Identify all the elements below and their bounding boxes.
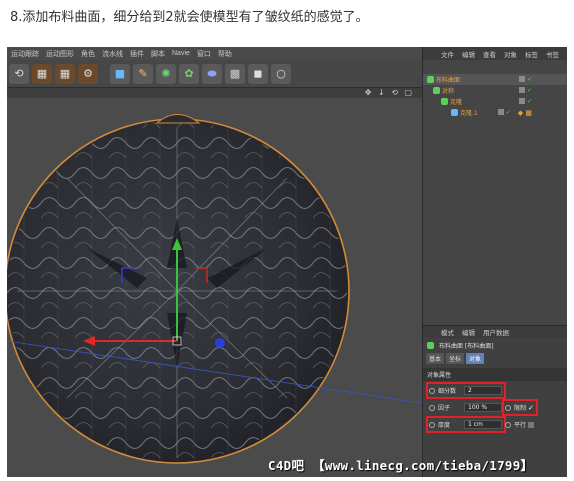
factor-input[interactable]: 100 % [464,403,502,412]
menu-item[interactable]: 插件 [130,49,144,59]
attr-menu-item[interactable]: 编辑 [462,327,475,337]
menu-item[interactable]: 角色 [81,49,95,59]
object-name: 布料曲面 [436,77,461,84]
film-icon[interactable]: ▦ [55,63,75,84]
factor-label: 因子 [438,405,451,412]
object-manager-menu: 文件 编辑 查看 对象 标签 书签 [423,47,567,60]
check-icon[interactable]: ✓ [527,76,532,83]
tab-object[interactable]: 对象 [466,352,485,364]
layer-flag[interactable] [518,87,525,93]
symmetry-icon [433,87,440,94]
parallel-field: 平行 [505,418,534,431]
gear-green-icon[interactable]: ✺ [156,63,176,84]
attr-menu-item[interactable]: 用户数据 [483,327,509,337]
om-row-cloth-surface[interactable]: 布料曲面 ✓ [423,74,567,85]
tab-coord[interactable]: 坐标 [446,352,465,364]
menu-item[interactable]: 运动跟踪 [11,49,39,59]
toolbar: ⟲ ▦ ▦ ⚙ ■ ✎ ✺ ✿ ⬬ ▩ ◼ ○ [7,60,422,88]
cube-icon[interactable]: ■ [110,63,130,84]
menu-item[interactable]: Navie [172,50,190,57]
om-row-cloner-1[interactable]: 克隆.1 ✓ ◆ ▩ [423,107,567,118]
object-name: 克隆 [450,99,463,106]
attribute-title: 布料曲面 [布料曲面] [423,338,567,352]
capsule-icon[interactable]: ⬬ [202,63,222,84]
menu-item[interactable]: 窗口 [197,49,211,59]
highlight-box [426,382,506,399]
tag-icon[interactable]: ◆ ▩ [518,109,532,117]
camera-icon[interactable]: ◼ [248,63,268,84]
cloth-surface-icon [427,76,434,83]
cloner-icon [451,109,458,116]
cloth-surface-icon [427,341,434,349]
film-gear-icon[interactable]: ⚙ [78,63,98,84]
tab-basic[interactable]: 基本 [426,352,445,364]
parallel-checkbox[interactable] [528,421,534,428]
check-icon[interactable]: ✓ [506,109,511,117]
check-icon[interactable]: ✓ [527,98,532,105]
grid-icon[interactable]: ▩ [225,63,245,84]
radio-icon[interactable] [505,421,511,428]
om-menu-item[interactable]: 文件 [441,49,454,59]
layer-flag[interactable] [497,108,504,115]
flower-icon[interactable]: ✿ [179,63,199,84]
viewport-nav-icons[interactable]: ✥ ↓ ⟲ ▢ [365,88,414,97]
om-menu-item[interactable]: 书签 [546,49,559,59]
caption: 8.添加布料曲面，细分给到2就会使模型有了皱纹纸的感觉了。 [10,10,369,25]
cloth-surface-render [7,114,422,464]
layer-flag[interactable] [518,76,525,82]
attribute-title-text: 布料曲面 [布料曲面] [439,342,494,350]
highlight-box [426,416,506,433]
parallel-label: 平行 [514,422,527,429]
attribute-menu: 模式 编辑 用户数据 [423,326,567,338]
film-icon[interactable]: ▦ [32,63,52,84]
menu-item[interactable]: 脚本 [151,49,165,59]
om-menu-item[interactable]: 对象 [504,49,517,59]
menu-item[interactable]: 运动图形 [46,49,74,59]
om-menu-item[interactable]: 标签 [525,49,538,59]
viewport-header: ✥ ↓ ⟲ ▢ [7,88,422,98]
menu-item[interactable]: 帮助 [218,49,232,59]
factor-field: 因子 100 % [429,401,502,414]
c4d-screenshot: 运动跟踪 运动图形 角色 流水线 插件 脚本 Navie 窗口 帮助 ⟲ ▦ ▦… [7,47,567,477]
bulb-icon[interactable]: ○ [271,63,291,84]
cloner-icon [441,98,448,105]
attr-menu-item[interactable]: 模式 [441,327,454,337]
om-menu-item[interactable]: 编辑 [462,49,475,59]
menu-item[interactable]: 流水线 [102,49,123,59]
om-row-cloner[interactable]: 克隆 ✓ [423,96,567,107]
attribute-tabs: 基本 坐标 对象 [423,352,567,364]
om-row-symmetry[interactable]: 对称 ✓ [423,85,567,96]
undo-icon[interactable]: ⟲ [9,63,29,84]
right-panel: 文件 编辑 查看 对象 标签 书签 布料曲面 ✓ 对称 ✓ 克隆 ✓ 克隆.1 … [422,47,567,477]
object-name: 克隆.1 [460,110,478,117]
radio-icon[interactable] [429,404,435,411]
object-name: 对称 [442,88,455,95]
3d-viewport[interactable] [7,98,422,477]
object-properties-section: 对象属性 [423,368,567,381]
watermark: C4D吧 【www.linecg.com/tieba/1799】 [268,458,534,473]
om-menu-item[interactable]: 查看 [483,49,496,59]
menubar: 运动跟踪 运动图形 角色 流水线 插件 脚本 Navie 窗口 帮助 [7,47,422,60]
layer-flag[interactable] [518,98,525,104]
highlight-box [502,399,538,416]
z-axis-handle [215,338,225,348]
pen-icon[interactable]: ✎ [133,63,153,84]
check-icon[interactable]: ✓ [527,87,532,94]
